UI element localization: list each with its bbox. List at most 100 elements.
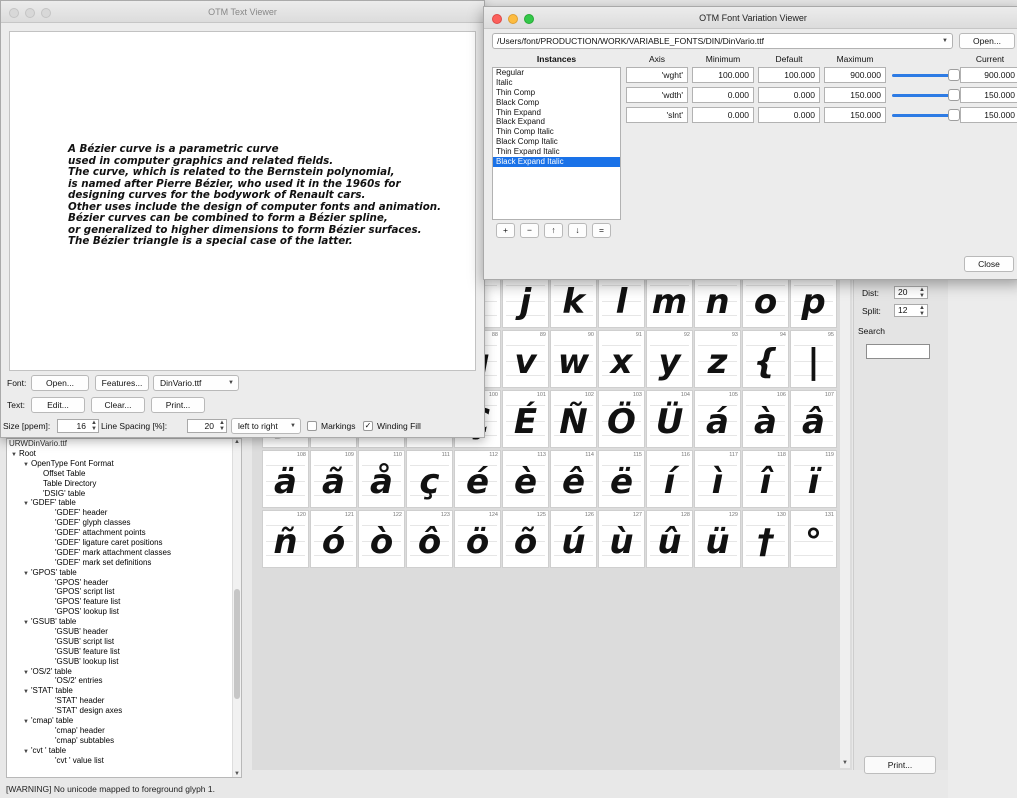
glyph-cell[interactable]: 129 ü (694, 510, 741, 568)
close-button[interactable]: Close (964, 256, 1014, 272)
axis-minimum-field[interactable]: 100.000 (692, 67, 754, 83)
tree-node[interactable]: ▼ 'GDEF' table (7, 498, 241, 508)
disclosure-triangle-icon[interactable]: ▼ (23, 619, 31, 629)
axis-minimum-field[interactable]: 0.000 (692, 107, 754, 123)
instance-item[interactable]: Regular (493, 68, 620, 78)
glyph-cell[interactable]: 116 í (646, 450, 693, 508)
markings-checkbox[interactable] (307, 421, 317, 431)
glyph-cell[interactable]: 102 Ñ (550, 390, 597, 448)
glyph-cell[interactable]: 108 ä (262, 450, 309, 508)
glyph-cell[interactable]: 118 î (742, 450, 789, 508)
tree-node[interactable]: 'cvt ' value list (7, 756, 241, 766)
glyph-cell[interactable]: 125 õ (502, 510, 549, 568)
glyph-cell[interactable]: 101 É (502, 390, 549, 448)
stepper-arrows-icon[interactable]: ▲ ▼ (219, 420, 225, 432)
tree-scrollbar-thumb[interactable] (234, 589, 240, 699)
stepper-arrows-icon[interactable]: ▲ ▼ (919, 287, 925, 299)
tree-node[interactable]: ▼ 'OS/2' table (7, 667, 241, 677)
disclosure-triangle-icon[interactable]: ▼ (11, 451, 19, 461)
tree-node[interactable]: 'GPOS' script list (7, 587, 241, 597)
glyph-cell[interactable]: 128 û (646, 510, 693, 568)
font-select[interactable]: DinVario.ttf ▼ (153, 375, 239, 391)
instance-item[interactable]: Thin Comp Italic (493, 127, 620, 137)
instance-item[interactable]: Thin Expand Italic (493, 147, 620, 157)
tree-node[interactable]: ▼ 'STAT' table (7, 686, 241, 696)
axis-tag-field[interactable]: 'slnt' (626, 107, 688, 123)
axis-slider-track[interactable] (892, 114, 954, 117)
disclosure-triangle-icon[interactable]: ▼ (23, 748, 31, 758)
tree-node[interactable]: 'GDEF' ligature caret positions (7, 538, 241, 548)
tree-node[interactable]: 'GDEF' mark attachment classes (7, 548, 241, 558)
tree-node[interactable]: 'OS/2' entries (7, 676, 241, 686)
search-input[interactable] (866, 344, 930, 359)
direction-select[interactable]: left to right ▼ (231, 418, 301, 434)
tree-node[interactable]: 'GSUB' header (7, 627, 241, 637)
variation-viewer-titlebar[interactable]: OTM Font Variation Viewer (484, 7, 1017, 29)
glyph-cell[interactable]: 114 ê (550, 450, 597, 508)
tree-node[interactable]: 'GSUB' lookup list (7, 657, 241, 667)
scroll-down-icon[interactable]: ▼ (842, 760, 848, 766)
axis-slider-knob[interactable] (948, 89, 960, 101)
instances-list[interactable]: Regular Italic Thin Comp Black Comp Thin Exp… (492, 67, 621, 220)
axis-default-field[interactable]: 0.000 (758, 87, 820, 103)
font-structure-tree[interactable]: URWDinVario.ttf ▼ Root ▼ OpenType Font Form… (6, 438, 242, 778)
tree-node[interactable]: 'GDEF' header (7, 508, 241, 518)
tree-node[interactable]: 'cmap' header (7, 726, 241, 736)
instance-item[interactable]: Black Comp Italic (493, 137, 620, 147)
glyph-cell[interactable]: 123 ô (406, 510, 453, 568)
move-up-button[interactable]: ↑ (544, 223, 563, 238)
instance-item[interactable]: Thin Comp (493, 88, 620, 98)
glyph-cell[interactable]: 103 Ö (598, 390, 645, 448)
glyph-cell[interactable]: 126 ú (550, 510, 597, 568)
glyph-cell[interactable]: 115 ë (598, 450, 645, 508)
tree-node[interactable]: 'STAT' header (7, 696, 241, 706)
clear-text-button[interactable]: Clear... (91, 397, 145, 413)
instance-item[interactable]: Black Expand Italic (493, 157, 620, 167)
glyph-cell[interactable]: 130 † (742, 510, 789, 568)
tree-node[interactable]: 'GPOS' header (7, 578, 241, 588)
axis-default-field[interactable]: 0.000 (758, 107, 820, 123)
tree-node[interactable]: 'GSUB' feature list (7, 647, 241, 657)
tree-scrollbar[interactable]: ▲ ▼ (232, 439, 241, 777)
glyph-cell[interactable]: 110 å (358, 450, 405, 508)
glyph-cell[interactable]: 95 | (790, 330, 837, 388)
open-font-button[interactable]: Open... (31, 375, 89, 391)
axis-maximum-field[interactable]: 150.000 (824, 107, 886, 123)
axis-current-field[interactable]: 150.000 (960, 107, 1017, 123)
tree-node[interactable]: 'GSUB' script list (7, 637, 241, 647)
disclosure-triangle-icon[interactable]: ▼ (23, 500, 31, 510)
axis-maximum-field[interactable]: 150.000 (824, 87, 886, 103)
edit-text-button[interactable]: Edit... (31, 397, 85, 413)
glyph-cell[interactable]: 106 à (742, 390, 789, 448)
line-spacing-stepper[interactable]: 20 ▲ ▼ (187, 419, 227, 433)
tree-node[interactable]: ▼ Root (7, 449, 241, 459)
tree-node[interactable]: Offset Table (7, 469, 241, 479)
instance-item[interactable]: Black Expand (493, 117, 620, 127)
tree-node[interactable]: ▼ OpenType Font Format (7, 459, 241, 469)
font-path-combo[interactable]: /Users/font/PRODUCTION/WORK/VARIABLE_FON… (492, 33, 953, 49)
glyph-cell[interactable]: 92 y (646, 330, 693, 388)
tree-node[interactable]: Table Directory (7, 479, 241, 489)
disclosure-triangle-icon[interactable]: ▼ (23, 718, 31, 728)
winding-fill-checkbox[interactable]: ✓ (363, 421, 373, 431)
scroll-down-icon[interactable]: ▼ (234, 771, 240, 777)
glyph-cell[interactable]: 120 ñ (262, 510, 309, 568)
glyph-cell[interactable]: 119 ï (790, 450, 837, 508)
axis-slider-knob[interactable] (948, 109, 960, 121)
tree-node[interactable]: 'GDEF' mark set definitions (7, 558, 241, 568)
tree-node[interactable]: ▼'cmap' table (7, 716, 241, 726)
glyph-cell[interactable]: 107 â (790, 390, 837, 448)
axis-slider-track[interactable] (892, 74, 954, 77)
glyph-cell[interactable]: 91 x (598, 330, 645, 388)
glyph-cell[interactable]: 112 é (454, 450, 501, 508)
glyph-cell[interactable]: 117 ì (694, 450, 741, 508)
tree-node[interactable]: 'STAT' design axes (7, 706, 241, 716)
axis-maximum-field[interactable]: 900.000 (824, 67, 886, 83)
tree-node[interactable]: ▼ 'GSUB' table (7, 617, 241, 627)
glyph-cell[interactable]: 109 ã (310, 450, 357, 508)
glyph-cell[interactable]: 124 ö (454, 510, 501, 568)
tree-node[interactable]: 'GDEF' glyph classes (7, 518, 241, 528)
glyph-cell[interactable]: 89 v (502, 330, 549, 388)
stepper-arrows-icon[interactable]: ▲ ▼ (919, 305, 925, 317)
glyph-cell[interactable]: 122 ò (358, 510, 405, 568)
